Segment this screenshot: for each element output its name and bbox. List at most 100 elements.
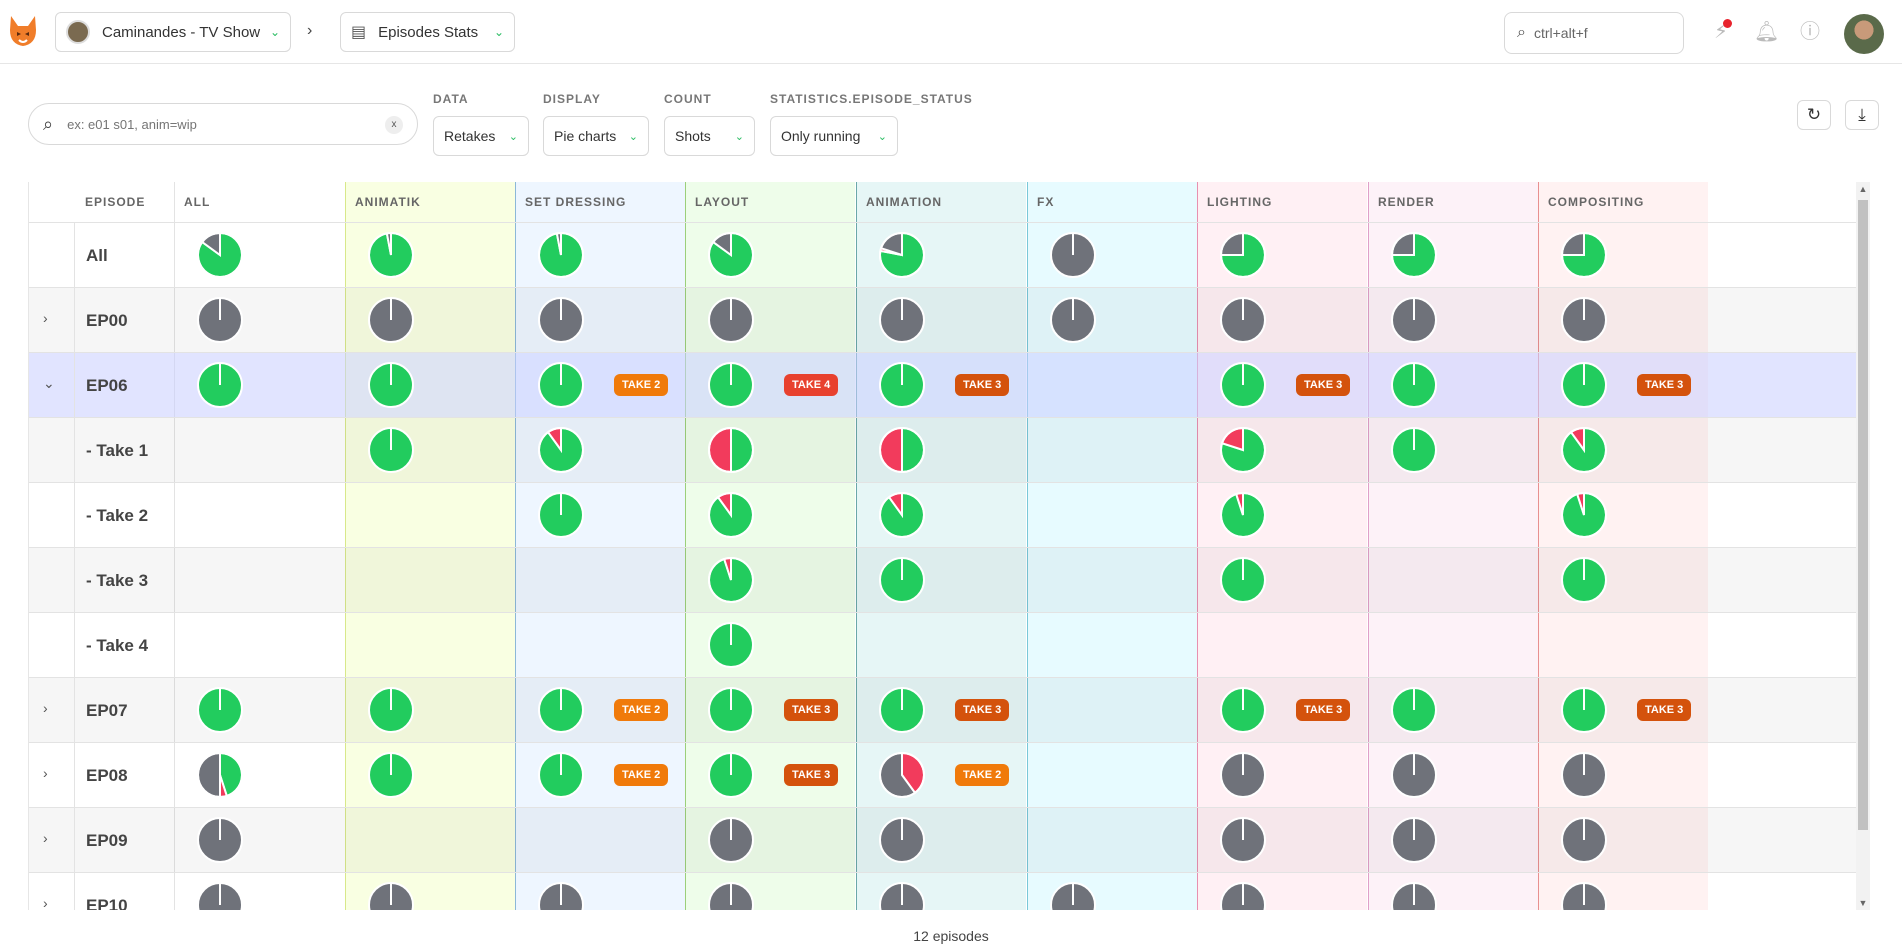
status-pie-chart[interactable] [1049, 296, 1097, 344]
status-pie-chart[interactable] [707, 751, 755, 799]
status-pie-chart[interactable] [1219, 556, 1267, 604]
table-row[interactable]: - Take 1 [29, 417, 1859, 483]
status-pie-chart[interactable] [196, 686, 244, 734]
status-pie-chart[interactable] [367, 881, 415, 910]
episode-name[interactable]: - Take 4 [86, 613, 148, 678]
status-pie-chart[interactable] [537, 361, 585, 409]
status-pie-chart[interactable] [367, 751, 415, 799]
reload-button[interactable]: ↻ [1797, 100, 1831, 130]
status-pie-chart[interactable] [1560, 686, 1608, 734]
status-pie-chart[interactable] [707, 491, 755, 539]
status-pie-chart[interactable] [537, 881, 585, 910]
status-pie-chart[interactable] [196, 751, 244, 799]
status-pie-chart[interactable] [537, 426, 585, 474]
episode-name[interactable]: EP09 [86, 808, 128, 873]
episode-search-field[interactable]: ⌕ x [28, 103, 418, 145]
status-pie-chart[interactable] [537, 491, 585, 539]
status-pie-chart[interactable] [196, 361, 244, 409]
status-pie-chart[interactable] [1219, 231, 1267, 279]
scroll-up-icon[interactable]: ▲ [1856, 184, 1870, 194]
status-pie-chart[interactable] [367, 296, 415, 344]
column-header[interactable]: ANIMATIK [345, 182, 421, 222]
count-filter-select[interactable]: Shots ⌄ [664, 116, 755, 156]
status-filter-select[interactable]: Only running ⌄ [770, 116, 898, 156]
status-pie-chart[interactable] [878, 491, 926, 539]
episode-name[interactable]: EP08 [86, 743, 128, 808]
column-header[interactable]: LAYOUT [685, 182, 749, 222]
status-pie-chart[interactable] [1560, 231, 1608, 279]
episode-name[interactable]: - Take 2 [86, 483, 148, 548]
status-pie-chart[interactable] [1390, 686, 1438, 734]
expand-chevron-icon[interactable]: › [43, 895, 48, 910]
table-row[interactable]: - Take 4 [29, 612, 1859, 678]
table-row[interactable]: › EP00 [29, 287, 1859, 353]
status-pie-chart[interactable] [1219, 491, 1267, 539]
user-avatar[interactable] [1844, 14, 1884, 54]
column-header[interactable]: ANIMATION [856, 182, 942, 222]
episode-name[interactable]: EP07 [86, 678, 128, 743]
column-header[interactable]: COMPOSITING [1538, 182, 1644, 222]
table-row[interactable]: › EP07 TAKE 2 TAKE 3 TAKE 3 TAKE 3 TAKE 3 [29, 677, 1859, 743]
status-pie-chart[interactable] [707, 881, 755, 910]
column-header[interactable]: RENDER [1368, 182, 1435, 222]
scrollbar-thumb[interactable] [1858, 200, 1868, 830]
section-selector[interactable]: ▤ Episodes Stats ⌄ [340, 12, 515, 52]
bell-icon[interactable]: 🔔︎ [1754, 20, 1779, 44]
status-pie-chart[interactable] [196, 231, 244, 279]
status-pie-chart[interactable] [878, 751, 926, 799]
status-pie-chart[interactable] [878, 361, 926, 409]
status-pie-chart[interactable] [1560, 426, 1608, 474]
status-pie-chart[interactable] [707, 816, 755, 864]
status-pie-chart[interactable] [707, 426, 755, 474]
header-episode[interactable]: EPISODE [75, 182, 145, 222]
status-pie-chart[interactable] [1390, 751, 1438, 799]
table-scrollbar[interactable]: ▲ ▼ [1856, 182, 1870, 910]
status-pie-chart[interactable] [878, 881, 926, 910]
status-pie-chart[interactable] [537, 751, 585, 799]
global-search-input[interactable]: ⌕ ctrl+alt+f [1504, 12, 1684, 54]
episode-name[interactable]: - Take 1 [86, 418, 148, 483]
episode-name[interactable]: EP10 [86, 873, 128, 910]
column-header[interactable]: FX [1027, 182, 1054, 222]
display-filter-select[interactable]: Pie charts ⌄ [543, 116, 649, 156]
status-pie-chart[interactable] [1049, 881, 1097, 910]
table-row[interactable]: All [29, 222, 1859, 288]
status-pie-chart[interactable] [707, 361, 755, 409]
table-row[interactable]: - Take 3 [29, 547, 1859, 613]
status-pie-chart[interactable] [878, 816, 926, 864]
status-pie-chart[interactable] [707, 556, 755, 604]
status-pie-chart[interactable] [196, 816, 244, 864]
status-pie-chart[interactable] [1219, 751, 1267, 799]
status-pie-chart[interactable] [707, 296, 755, 344]
status-pie-chart[interactable] [1219, 296, 1267, 344]
status-pie-chart[interactable] [196, 296, 244, 344]
status-pie-chart[interactable] [878, 686, 926, 734]
status-pie-chart[interactable] [1219, 361, 1267, 409]
status-pie-chart[interactable] [1560, 751, 1608, 799]
table-row[interactable]: › EP09 [29, 807, 1859, 873]
episode-name[interactable]: All [86, 223, 108, 288]
status-pie-chart[interactable] [878, 556, 926, 604]
table-row[interactable]: ⌄ EP06 TAKE 2 TAKE 4 TAKE 3 TAKE 3 TAKE 3 [29, 352, 1859, 418]
episode-name[interactable]: EP06 [86, 353, 128, 418]
status-pie-chart[interactable] [707, 621, 755, 669]
status-pie-chart[interactable] [367, 361, 415, 409]
kitsu-logo-icon[interactable] [8, 14, 38, 48]
status-pie-chart[interactable] [1560, 816, 1608, 864]
status-pie-chart[interactable] [1390, 296, 1438, 344]
table-row[interactable]: › EP08 TAKE 2 TAKE 3 TAKE 2 [29, 742, 1859, 808]
expand-chevron-icon[interactable]: › [43, 830, 48, 846]
status-pie-chart[interactable] [707, 686, 755, 734]
scroll-down-icon[interactable]: ▼ [1856, 898, 1870, 908]
collapse-chevron-icon[interactable]: ⌄ [43, 375, 55, 392]
status-pie-chart[interactable] [1560, 556, 1608, 604]
status-pie-chart[interactable] [1560, 361, 1608, 409]
status-pie-chart[interactable] [1560, 296, 1608, 344]
status-pie-chart[interactable] [1219, 816, 1267, 864]
status-pie-chart[interactable] [367, 686, 415, 734]
status-pie-chart[interactable] [1390, 361, 1438, 409]
status-pie-chart[interactable] [1219, 686, 1267, 734]
status-pie-chart[interactable] [1560, 881, 1608, 910]
episode-search-input[interactable] [67, 116, 358, 132]
status-pie-chart[interactable] [1390, 816, 1438, 864]
